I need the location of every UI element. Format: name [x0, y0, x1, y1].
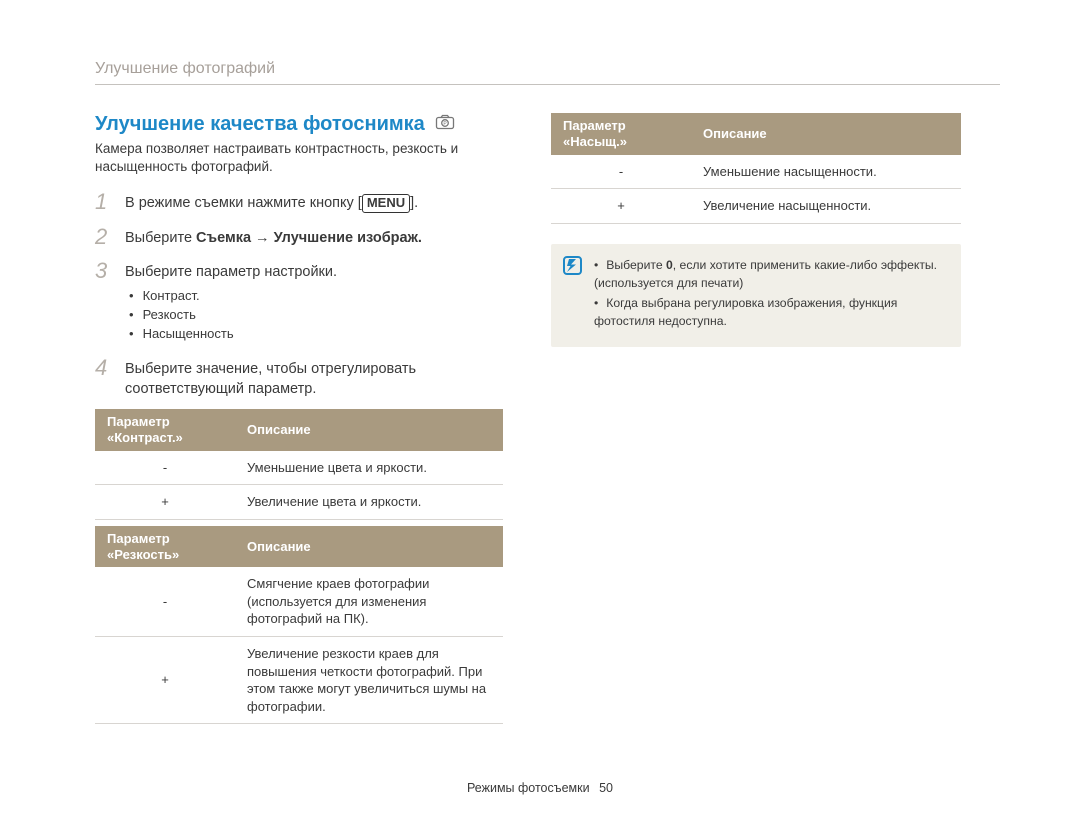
camera-program-mode-icon: P — [435, 114, 455, 128]
menu-button-label: MENU — [362, 194, 410, 213]
step-number: 3 — [95, 259, 113, 346]
table-cell-desc: Увеличение цвета и яркости. — [235, 485, 503, 520]
table-cell-desc: Увеличение резкости краев для повышения … — [235, 636, 503, 723]
step-number: 4 — [95, 356, 113, 400]
step-number: 1 — [95, 190, 113, 214]
page-title: Улучшение качества фотоснимка — [95, 113, 425, 136]
table-cell-symbol: - — [95, 451, 235, 485]
step-3-bullets: Контраст. Резкость Насыщенность — [129, 287, 337, 344]
right-column: Параметр «Насыщ.» Описание - Уменьшение … — [551, 113, 961, 728]
list-item: Выберите 0, если хотите применить какие-… — [594, 256, 947, 293]
page-footer: Режимы фотосъемки 50 — [0, 781, 1080, 795]
step-text: Выберите параметр настройки. Контраст. Р… — [125, 259, 337, 346]
step-text: Выберите Съемка → Улучшение изображ. — [125, 225, 422, 249]
step-1: 1 В режиме съемки нажмите кнопку [MENU]. — [95, 190, 503, 214]
table-row: + Увеличение резкости краев для повышени… — [95, 636, 503, 723]
step-text: В режиме съемки нажмите кнопку [MENU]. — [125, 190, 418, 214]
footer-section-label: Режимы фотосъемки — [467, 781, 590, 795]
page-number: 50 — [599, 781, 613, 795]
table-cell-desc: Уменьшение насыщенности. — [691, 155, 961, 189]
left-column: Улучшение качества фотоснимка P Камера п… — [95, 113, 503, 728]
step-4: 4 Выберите значение, чтобы отрегулироват… — [95, 356, 503, 400]
list-item: Насыщенность — [129, 325, 337, 344]
list-item: Контраст. — [129, 287, 337, 306]
table-header: Параметр «Насыщ.» — [551, 113, 691, 155]
info-note-icon — [563, 256, 582, 275]
table-row: + Увеличение насыщенности. — [551, 189, 961, 224]
table-cell-symbol: - — [551, 155, 691, 189]
table-row: - Смягчение краев фотографии (использует… — [95, 567, 503, 636]
intro-text: Камера позволяет настраивать контрастнос… — [95, 140, 503, 176]
contrast-table: Параметр «Контраст.» Описание - Уменьшен… — [95, 409, 503, 520]
table-header: Параметр «Контраст.» — [95, 409, 235, 451]
step-number: 2 — [95, 225, 113, 249]
note-list: Выберите 0, если хотите применить какие-… — [594, 256, 947, 333]
list-item: Когда выбрана регулировка изображения, ф… — [594, 294, 947, 331]
table-cell-desc: Смягчение краев фотографии (используется… — [235, 567, 503, 636]
table-cell-symbol: - — [95, 567, 235, 636]
table-header: Описание — [691, 113, 961, 155]
table-cell-desc: Уменьшение цвета и яркости. — [235, 451, 503, 485]
table-cell-symbol: + — [551, 189, 691, 224]
table-header: Описание — [235, 526, 503, 568]
saturation-table: Параметр «Насыщ.» Описание - Уменьшение … — [551, 113, 961, 224]
table-row: - Уменьшение насыщенности. — [551, 155, 961, 189]
list-item: Резкость — [129, 306, 337, 325]
note-box: Выберите 0, если хотите применить какие-… — [551, 244, 961, 347]
step-2: 2 Выберите Съемка → Улучшение изображ. — [95, 225, 503, 249]
table-cell-symbol: + — [95, 636, 235, 723]
step-text: Выберите значение, чтобы отрегулировать … — [125, 356, 503, 400]
step-3: 3 Выберите параметр настройки. Контраст.… — [95, 259, 503, 346]
table-header: Описание — [235, 409, 503, 451]
table-cell-symbol: + — [95, 485, 235, 520]
sharpness-table: Параметр «Резкость» Описание - Смягчение… — [95, 526, 503, 724]
table-row: + Увеличение цвета и яркости. — [95, 485, 503, 520]
table-cell-desc: Увеличение насыщенности. — [691, 189, 961, 224]
table-header: Параметр «Резкость» — [95, 526, 235, 568]
chapter-title: Улучшение фотографий — [95, 60, 1000, 85]
table-row: - Уменьшение цвета и яркости. — [95, 451, 503, 485]
